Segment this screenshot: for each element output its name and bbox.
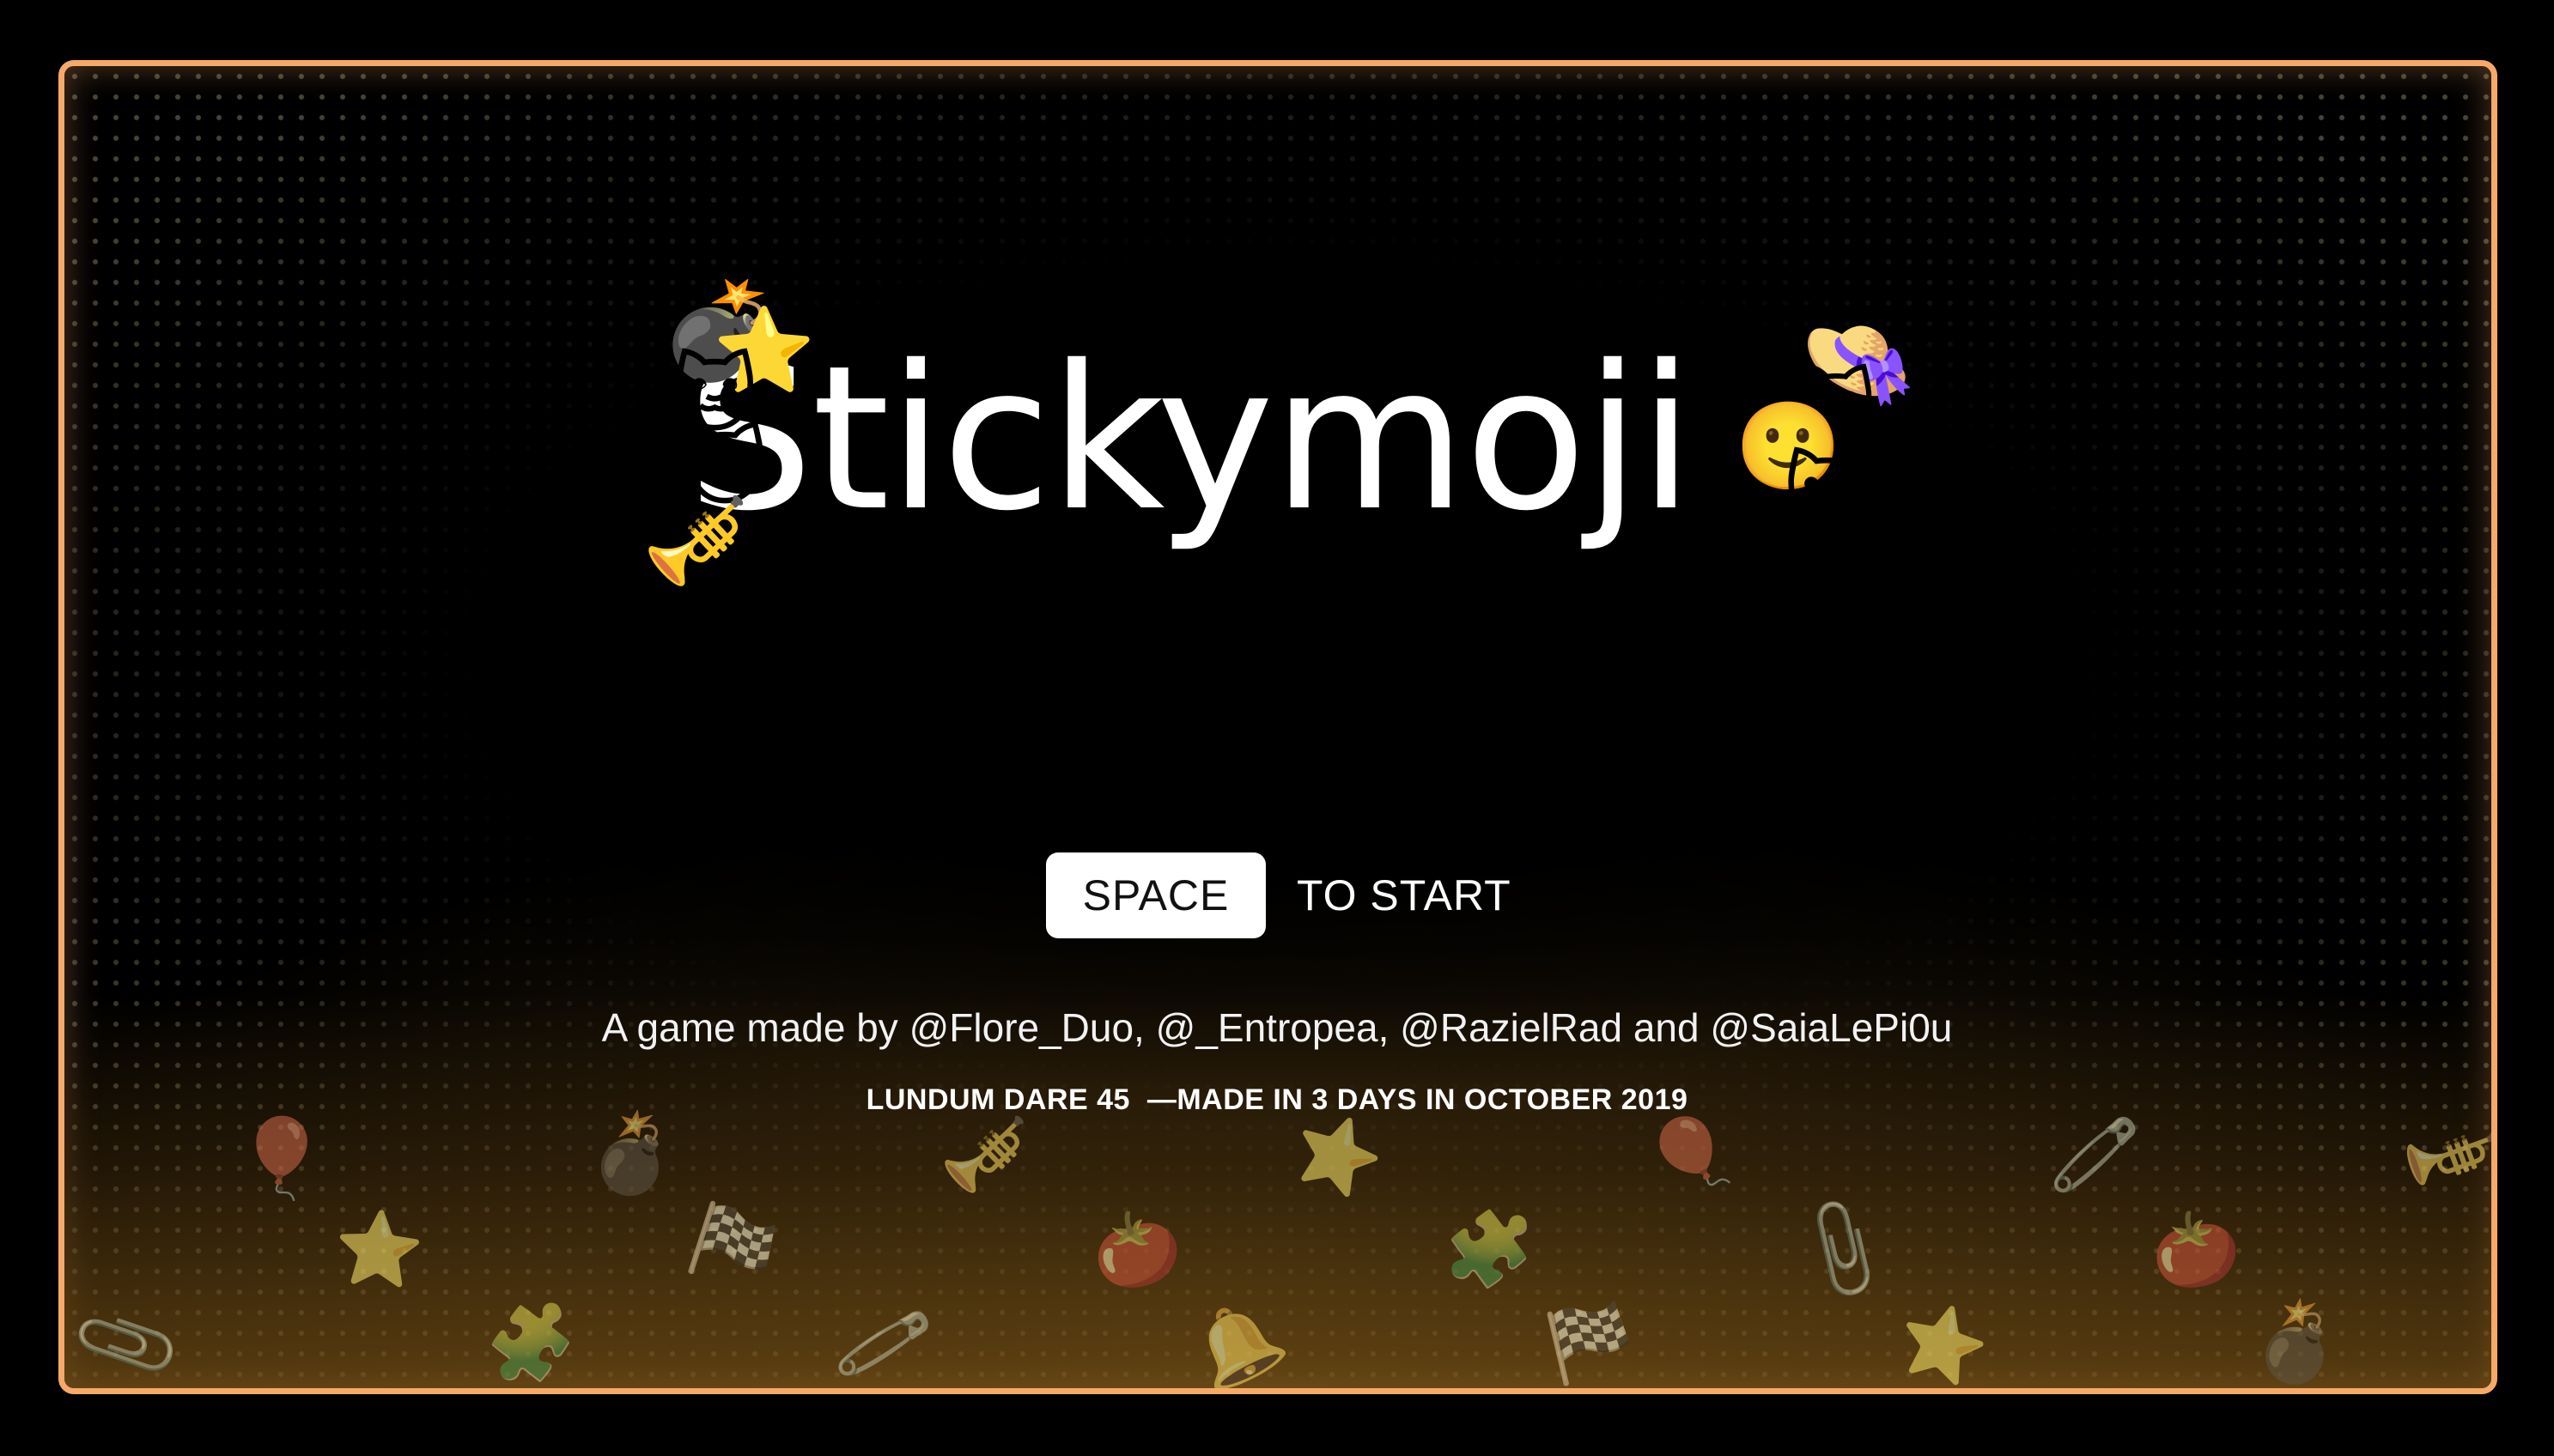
pile-emoji: 🧩 [479, 1295, 582, 1392]
trumpet-emoji: 🎺 [642, 490, 750, 591]
start-prompt[interactable]: SPACE TO START [1046, 852, 1511, 939]
pile-emoji: 🎈 [222, 1101, 334, 1209]
game-title: Stickymoji [687, 323, 1694, 555]
pile-emoji: 💣 [2237, 1286, 2355, 1394]
event-info: LUNDUM DARE 45 —MADE IN 3 DAYS IN OCTOBE… [866, 1083, 1688, 1116]
pile-emoji: 🧩 [1439, 1201, 1540, 1297]
pile-emoji: 💣 [574, 1098, 690, 1211]
pile-emoji: 🎈 [1633, 1100, 1747, 1210]
pile-emoji: 🍅 [2143, 1198, 2247, 1300]
pile-emoji: 🏁 [673, 1192, 791, 1307]
credits-text: A game made by @Flore_Duo, @_Entropea, @… [601, 1005, 1953, 1050]
emoji-pile-background: 📎 🎈 ⭐ 🧩 💣 🏁 🧷 🎺 🍅 🔔 ⭐ 🧩 🏁 🎈 📎 ⭐ 🧷 🍅 💣 🎺 [64, 993, 2491, 1388]
cat-emoji-5: 🐱 [969, 593, 1059, 694]
cat-emoji-8: 🐱 [1782, 443, 1872, 543]
pile-emoji: 🏁 [1541, 1296, 1639, 1391]
game-screen: 📎 🎈 ⭐ 🧩 💣 🏁 🧷 🎺 🍅 🔔 ⭐ 🧩 🏁 🎈 📎 ⭐ 🧷 🍅 💣 🎺 Stickymoji 💣 ⭐ 🐱 🐱 🎺 🐱 🐱 🐱… [0, 0, 2554, 1456]
pile-emoji: 🎺 [939, 1112, 1031, 1198]
pile-emoji: 📎 [66, 1284, 187, 1394]
start-label: TO START [1297, 871, 1511, 919]
pile-emoji: ⭐ [331, 1204, 427, 1295]
pile-emoji: ⭐ [1280, 1100, 1395, 1210]
pile-emoji: 🎺 [2390, 1098, 2497, 1211]
game-viewport: 📎 🎈 ⭐ 🧩 💣 🏁 🧷 🎺 🍅 🔔 ⭐ 🧩 🏁 🎈 📎 ⭐ 🧷 🍅 💣 🎺 [58, 60, 2497, 1394]
pile-emoji: 🧷 [830, 1293, 937, 1394]
pile-emoji: 🍅 [1082, 1197, 1190, 1301]
pile-emoji: 🔔 [1177, 1285, 1297, 1394]
pile-emoji: 🧷 [2048, 1111, 2142, 1198]
pile-emoji: 📎 [1783, 1191, 1902, 1307]
pile-emoji: ⭐ [1888, 1291, 1998, 1394]
space-key-badge[interactable]: SPACE [1046, 852, 1266, 938]
